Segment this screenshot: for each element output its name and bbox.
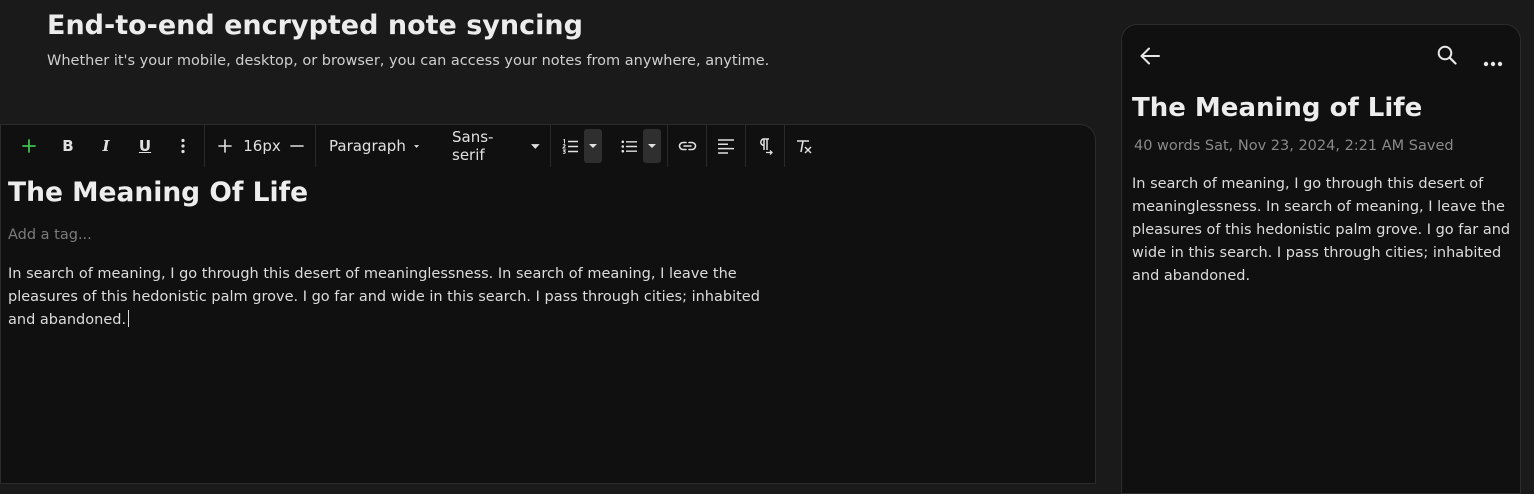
bold-button[interactable]: B (57, 125, 79, 167)
note-date: Sat, Nov 23, 2024, 2:21 AM (1204, 138, 1405, 154)
plus-icon (22, 139, 36, 153)
caret-down-icon (648, 144, 656, 148)
caret-down-icon (589, 144, 597, 148)
bullet-list-icon (621, 140, 637, 152)
save-status: Saved (1408, 138, 1454, 154)
block-type-dropdown[interactable]: Paragraph (329, 125, 419, 167)
clear-formatting-icon (797, 139, 812, 153)
increase-font-size-button[interactable] (215, 125, 235, 167)
desktop-editor: B I U 16px Paragraph Sans-serif The Mean… (0, 124, 1096, 484)
text-direction-button[interactable] (752, 125, 778, 167)
clear-formatting-button[interactable] (791, 125, 817, 167)
mobile-note-view: The Meaning of Life 40 words Sat, Nov 23… (1121, 24, 1521, 494)
note-meta: 40 words Sat, Nov 23, 2024, 2:21 AM Save… (1134, 138, 1454, 154)
note-body-text: In search of meaning, I go through this … (8, 266, 760, 328)
font-family-dropdown[interactable]: Sans-serif (452, 125, 540, 167)
numbered-list-button[interactable] (561, 125, 579, 167)
search-icon (1437, 45, 1457, 65)
align-left-icon (718, 138, 734, 154)
toolbar-divider (784, 125, 785, 167)
numbered-list-style-dropdown[interactable] (584, 125, 602, 167)
insert-link-button[interactable] (674, 125, 700, 167)
bullet-list-button[interactable] (620, 125, 638, 167)
add-block-button[interactable] (1, 125, 57, 167)
search-button[interactable] (1437, 45, 1457, 69)
caret-down-icon (413, 144, 419, 148)
font-size-value[interactable]: 16px (243, 125, 281, 167)
plus-icon (218, 139, 232, 153)
horizontal-dots-icon (1483, 61, 1503, 67)
minus-icon (290, 145, 304, 147)
align-left-button[interactable] (713, 125, 739, 167)
underline-button[interactable]: U (134, 125, 156, 167)
toolbar-divider (706, 125, 707, 167)
toolbar-divider (204, 125, 205, 167)
page-subtitle: Whether it's your mobile, desktop, or br… (47, 53, 770, 69)
italic-button[interactable]: I (95, 125, 117, 167)
decrease-font-size-button[interactable] (289, 125, 305, 167)
tag-input[interactable] (8, 227, 408, 243)
block-type-label: Paragraph (329, 137, 406, 155)
caret-down-icon (531, 143, 540, 149)
toolbar-divider (745, 125, 746, 167)
mobile-note-title: The Meaning of Life (1132, 93, 1423, 123)
bullet-list-style-dropdown[interactable] (643, 125, 661, 167)
more-options-button[interactable] (1483, 52, 1503, 71)
page-title: End-to-end encrypted note syncing (47, 10, 583, 41)
back-button[interactable] (1140, 47, 1160, 69)
text-cursor (128, 310, 130, 327)
toolbar-divider (550, 125, 551, 167)
toolbar-divider (667, 125, 668, 167)
vertical-dots-icon (181, 138, 185, 154)
note-title[interactable]: The Meaning Of Life (8, 177, 308, 208)
word-count: 40 words (1134, 138, 1201, 154)
link-icon (678, 141, 696, 151)
more-formatting-button[interactable] (172, 125, 194, 167)
pilcrow-icon (760, 137, 773, 155)
font-family-label: Sans-serif (452, 128, 494, 164)
mobile-note-body: In search of meaning, I go through this … (1132, 176, 1511, 284)
arrow-left-icon (1140, 47, 1160, 65)
toolbar-divider (315, 125, 316, 167)
note-body[interactable]: In search of meaning, I go through this … (8, 263, 778, 332)
editor-toolbar: B I U 16px Paragraph Sans-serif (1, 125, 1095, 167)
numbered-list-icon (561, 138, 578, 154)
